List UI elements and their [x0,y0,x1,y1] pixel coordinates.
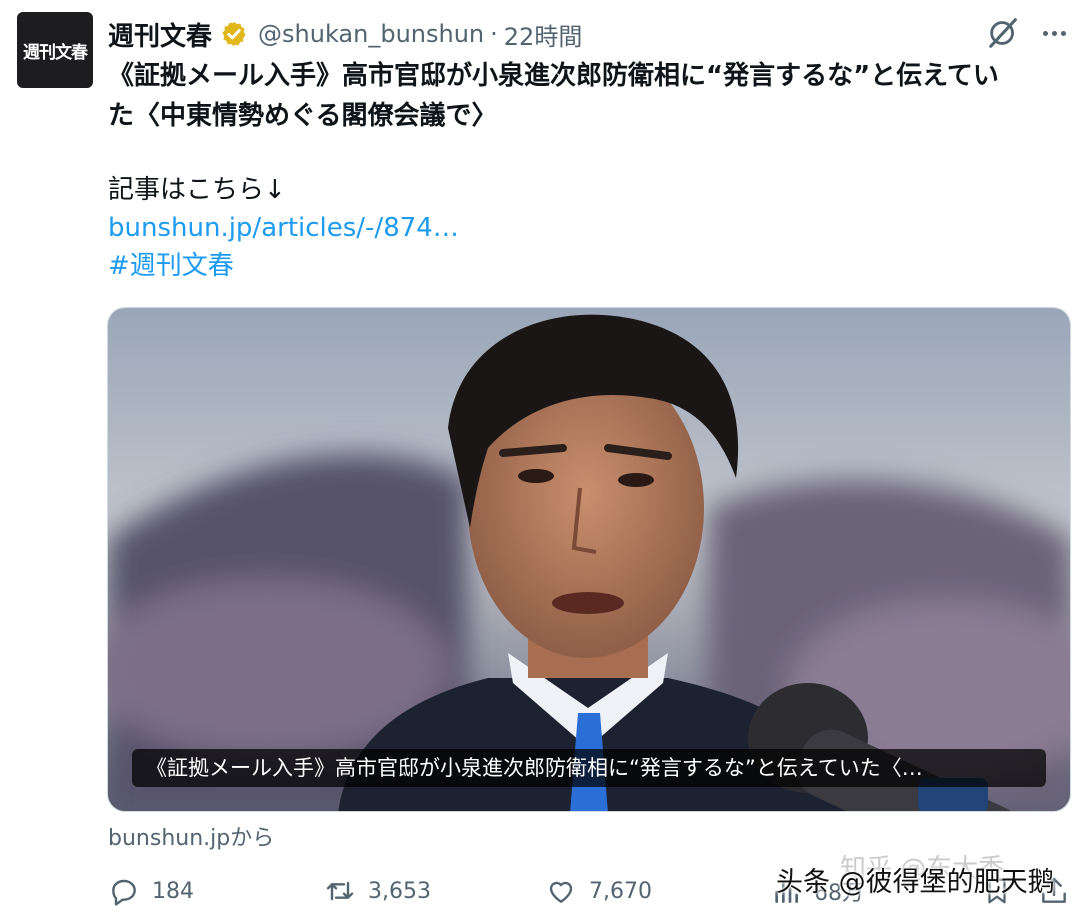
watermark: 头条 @彼得堡的肥天鹅 [776,867,1055,898]
grok-icon[interactable] [985,14,1023,52]
timestamp[interactable]: 22時間 [504,17,583,52]
tweet-text: 《証拠メール入手》高市官邸が小泉進次郎防衛相に“発言するな”と伝えてい た〈中東… [108,56,1058,136]
article-label: 記事はこちら↓ [108,175,286,205]
news-photo [108,308,1070,811]
header-separator: · [490,20,498,48]
tweet-text-line: 《証拠メール入手》高市官邸が小泉進次郎防衛相に“発言するな”と伝えてい [108,61,999,91]
repost-button[interactable]: 3,653 [324,868,431,914]
more-icon[interactable] [1034,14,1074,52]
display-name[interactable]: 週刊文春 [108,16,212,53]
avatar[interactable]: 週刊文春 [17,12,93,88]
card-source[interactable]: bunshun.jpから [108,820,274,852]
reply-button[interactable]: 184 [108,868,194,914]
verified-badge-icon [222,21,246,47]
reply-icon [112,879,136,906]
repost-count: 3,653 [368,878,431,904]
like-icon [549,881,573,903]
tweet-header: 週刊文春 @shukan_bunshun · 22時間 [108,14,582,54]
tweet-card: 週刊文春 週刊文春 @shukan_bunshun · 22時間 《証拠メール入… [0,0,1080,916]
like-count: 7,670 [589,878,652,904]
card-caption: 《証拠メール入手》高市官邸が小泉進次郎防衛相に“発言するな”と伝えていた〈… [132,749,1046,787]
avatar-text: 週刊文春 [23,42,88,63]
handle[interactable]: @shukan_bunshun [258,20,484,48]
media-card[interactable]: 《証拠メール入手》高市官邸が小泉進次郎防衛相に“発言するな”と伝えていた〈… [107,307,1071,812]
like-button[interactable]: 7,670 [545,868,652,914]
tweet-text-line: た〈中東情勢めぐる閣僚会議で〉 [108,101,498,131]
repost-icon [326,881,354,901]
hashtag-link[interactable]: #週刊文春 [108,246,234,286]
reply-count: 184 [152,878,194,904]
article-link[interactable]: bunshun.jp/articles/-/874… [108,208,459,248]
